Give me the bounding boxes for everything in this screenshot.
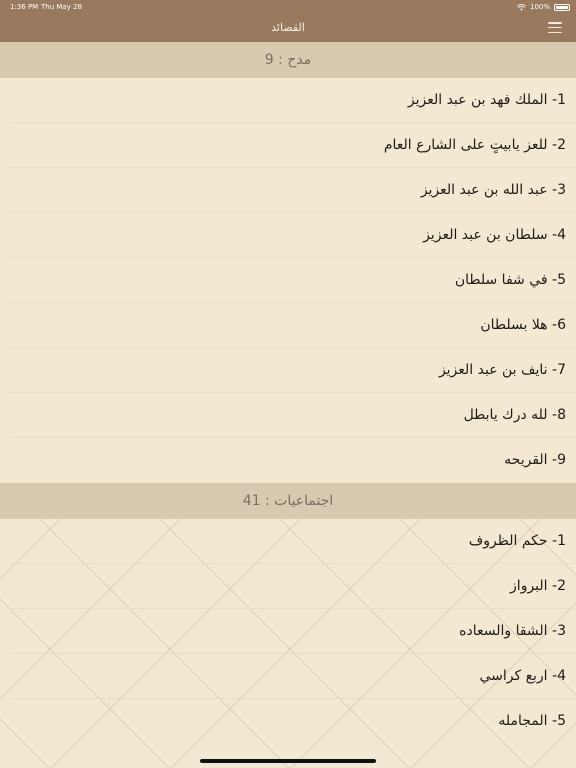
poems-list: مدح : 9 1- الملك فهد بن عبد العزيز 2- لل…	[0, 42, 576, 768]
navigation-bar: 1:36 PM Thu May 28 100% القصائد	[0, 0, 576, 42]
status-right: 100%	[517, 0, 570, 14]
list-item[interactable]: 7- نايف بن عبد العزيز	[0, 348, 576, 393]
status-date: Thu May 28	[41, 3, 82, 11]
section-list-social: 1- حكم الظروف 2- البرواز 3- الشقا والسعا…	[0, 519, 576, 768]
section-header-social: اجتماعيات : 41	[0, 483, 576, 519]
list-item[interactable]: 2- للعز يابيتٍ على الشارع العام	[0, 123, 576, 168]
list-item[interactable]: 5- المجامله	[0, 699, 576, 744]
page-title: القصائد	[271, 21, 305, 34]
wifi-icon	[517, 3, 526, 11]
list-item[interactable]: 4- اربع كراسي	[0, 654, 576, 699]
list-item[interactable]: 1- الملك فهد بن عبد العزيز	[0, 78, 576, 123]
list-item[interactable]: 6- هلا بسلطان	[0, 303, 576, 348]
list-item[interactable]: 4- سلطان بن عبد العزيز	[0, 213, 576, 258]
battery-percent: 100%	[529, 3, 550, 11]
battery-icon	[554, 3, 570, 11]
section-header-madh: مدح : 9	[0, 42, 576, 78]
list-item[interactable]: 2- البرواز	[0, 564, 576, 609]
list-item[interactable]: 1- حكم الظروف	[0, 519, 576, 564]
list-item[interactable]: 9- القريحه	[0, 438, 576, 483]
list-item[interactable]: 8- لله درك يابطل	[0, 393, 576, 438]
status-time: 1:36 PM	[10, 3, 39, 11]
home-indicator[interactable]	[200, 759, 376, 763]
status-bar: 1:36 PM Thu May 28 100%	[0, 0, 576, 14]
hamburger-menu-icon[interactable]	[548, 22, 562, 33]
section-list-madh: 1- الملك فهد بن عبد العزيز 2- للعز يابيت…	[0, 78, 576, 483]
list-item[interactable]: 3- عبد الله بن عبد العزيز	[0, 168, 576, 213]
list-item[interactable]: 3- الشقا والسعاده	[0, 609, 576, 654]
list-item[interactable]: 5- في شفا سلطان	[0, 258, 576, 303]
